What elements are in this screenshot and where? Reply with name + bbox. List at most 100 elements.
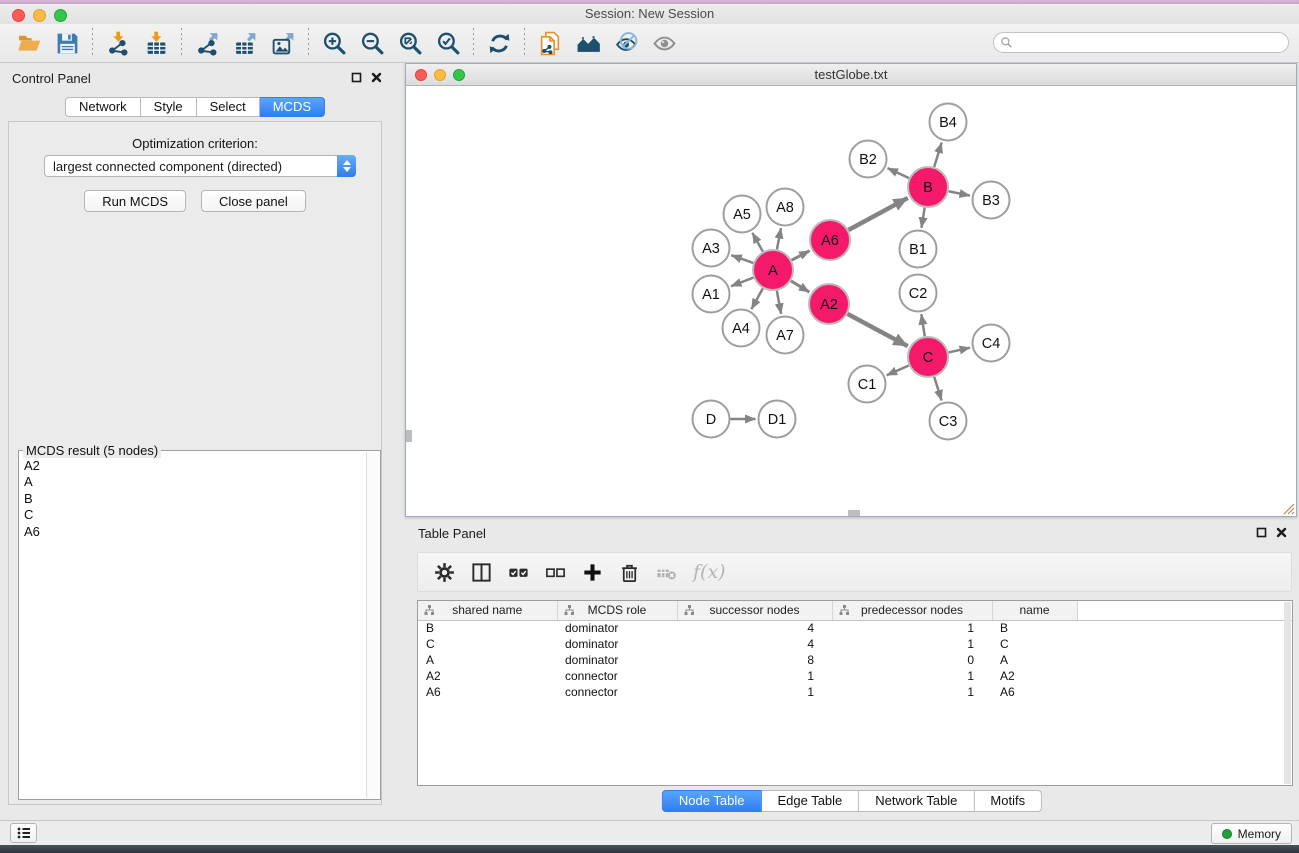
zoom-in-icon[interactable] — [315, 26, 353, 60]
run-mcds-button[interactable]: Run MCDS — [84, 190, 186, 212]
table-cell[interactable]: B — [992, 620, 1077, 636]
canvas-hscroll-thumb[interactable] — [848, 510, 860, 516]
table-cell[interactable]: 1 — [677, 684, 832, 700]
hide-panels-icon[interactable] — [607, 26, 645, 60]
table-cell[interactable]: 1 — [832, 620, 992, 636]
create-column-plus-icon[interactable] — [574, 556, 611, 588]
export-network-icon[interactable] — [188, 26, 226, 60]
close-window-button[interactable] — [12, 9, 25, 22]
zoom-fit-icon[interactable] — [391, 26, 429, 60]
graph-node-A3[interactable]: A3 — [693, 230, 730, 267]
search-input[interactable] — [1013, 34, 1288, 51]
graph-node-A2[interactable]: A2 — [809, 284, 849, 324]
graph-node-B2[interactable]: B2 — [850, 141, 887, 178]
graph-node-C[interactable]: C — [908, 337, 948, 377]
tab-motifs[interactable]: Motifs — [974, 790, 1042, 812]
network-minimize-button[interactable] — [434, 69, 446, 81]
select-all-columns-icon[interactable] — [500, 556, 537, 588]
save-session-icon[interactable] — [48, 26, 86, 60]
minimize-window-button[interactable] — [33, 9, 46, 22]
network-canvas[interactable]: B4B2BB3A5A8A6B1A3AC2A1A2A4A7C4CC1DD1C3 — [406, 87, 1296, 516]
column-header-predecessor-nodes[interactable]: predecessor nodes — [832, 601, 992, 620]
table-cell[interactable]: A — [992, 652, 1077, 668]
table-cell[interactable]: 4 — [677, 636, 832, 652]
table-cell[interactable]: connector — [557, 668, 677, 684]
tab-style[interactable]: Style — [141, 97, 197, 117]
table-cell[interactable]: 1 — [832, 668, 992, 684]
task-history-button[interactable] — [10, 823, 37, 843]
table-cell[interactable]: 1 — [832, 636, 992, 652]
zoom-out-icon[interactable] — [353, 26, 391, 60]
graph-edge-A6-B[interactable] — [848, 198, 907, 230]
graph-edge-A-A4[interactable] — [751, 288, 762, 309]
close-panel-icon[interactable] — [371, 72, 382, 83]
graph-node-A6[interactable]: A6 — [810, 220, 850, 260]
table-cell[interactable]: 0 — [832, 652, 992, 668]
table-cell[interactable]: 4 — [677, 620, 832, 636]
graph-node-A1[interactable]: A1 — [693, 276, 730, 313]
graph-node-B1[interactable]: B1 — [900, 231, 937, 268]
delete-column-icon[interactable] — [648, 556, 685, 588]
table-cell[interactable]: A2 — [418, 668, 557, 684]
network-zoom-button[interactable] — [453, 69, 465, 81]
table-cell[interactable]: 8 — [677, 652, 832, 668]
table-cell[interactable]: A2 — [992, 668, 1077, 684]
graph-node-C4[interactable]: C4 — [973, 325, 1010, 362]
tab-edge-table[interactable]: Edge Table — [761, 790, 859, 812]
table-cell[interactable]: A6 — [992, 684, 1077, 700]
mcds-result-item[interactable]: A — [22, 474, 364, 490]
memory-button[interactable]: Memory — [1211, 823, 1292, 844]
unselect-all-columns-icon[interactable] — [537, 556, 574, 588]
graph-node-C2[interactable]: C2 — [900, 275, 937, 312]
graph-edge-B-B1[interactable] — [921, 208, 924, 228]
import-table-icon[interactable] — [137, 26, 175, 60]
graph-node-D[interactable]: D — [693, 401, 730, 438]
graph-node-B3[interactable]: B3 — [973, 182, 1010, 219]
column-header-shared-name[interactable]: shared name — [418, 601, 557, 620]
graph-edge-A-A2[interactable] — [791, 281, 809, 292]
graph-edge-A-A3[interactable] — [731, 255, 753, 263]
close-panel-button[interactable]: Close panel — [201, 190, 306, 212]
open-file-icon[interactable] — [10, 26, 48, 60]
function-builder-icon[interactable]: f(x) — [693, 561, 726, 583]
table-cell[interactable]: dominator — [557, 636, 677, 652]
import-network-icon[interactable] — [99, 26, 137, 60]
mcds-result-item[interactable]: B — [22, 491, 364, 507]
graph-node-C3[interactable]: C3 — [930, 403, 967, 440]
network-from-file-icon[interactable] — [531, 26, 569, 60]
tab-mcds[interactable]: MCDS — [260, 97, 325, 117]
float-panel-icon[interactable] — [351, 72, 362, 83]
canvas-vscroll-thumb[interactable] — [406, 430, 412, 442]
export-table-icon[interactable] — [226, 26, 264, 60]
mcds-result-item[interactable]: A6 — [22, 524, 364, 540]
tab-node-table[interactable]: Node Table — [662, 790, 762, 812]
graph-edge-C-C3[interactable] — [934, 377, 941, 400]
graph-edge-A-A1[interactable] — [731, 278, 753, 287]
table-cell[interactable]: 1 — [832, 684, 992, 700]
graph-node-B[interactable]: B — [908, 167, 948, 207]
graph-edge-A-A6[interactable] — [792, 251, 810, 261]
table-cell[interactable]: C — [992, 636, 1077, 652]
table-cell[interactable]: connector — [557, 684, 677, 700]
tab-network-table[interactable]: Network Table — [859, 790, 974, 812]
show-panels-icon[interactable] — [645, 26, 683, 60]
graph-edge-A-A5[interactable] — [752, 233, 762, 252]
column-header-name[interactable]: name — [992, 601, 1077, 620]
network-close-button[interactable] — [415, 69, 427, 81]
graph-edge-A-A7[interactable] — [777, 291, 781, 314]
graph-node-A8[interactable]: A8 — [767, 189, 804, 226]
graph-node-A5[interactable]: A5 — [724, 196, 761, 233]
column-header-successor-nodes[interactable]: successor nodes — [677, 601, 832, 620]
table-cell[interactable]: A — [418, 652, 557, 668]
table-cell[interactable]: dominator — [557, 620, 677, 636]
table-cell[interactable]: 1 — [677, 668, 832, 684]
table-cell[interactable]: C — [418, 636, 557, 652]
zoom-window-button[interactable] — [54, 9, 67, 22]
graph-node-B4[interactable]: B4 — [930, 104, 967, 141]
graph-edge-C-C1[interactable] — [887, 365, 909, 375]
table-cell[interactable]: A6 — [418, 684, 557, 700]
delete-rows-trash-icon[interactable] — [611, 556, 648, 588]
graph-edge-C-C4[interactable] — [948, 348, 970, 353]
graph-edge-B-B4[interactable] — [934, 143, 942, 167]
table-cell[interactable]: dominator — [557, 652, 677, 668]
